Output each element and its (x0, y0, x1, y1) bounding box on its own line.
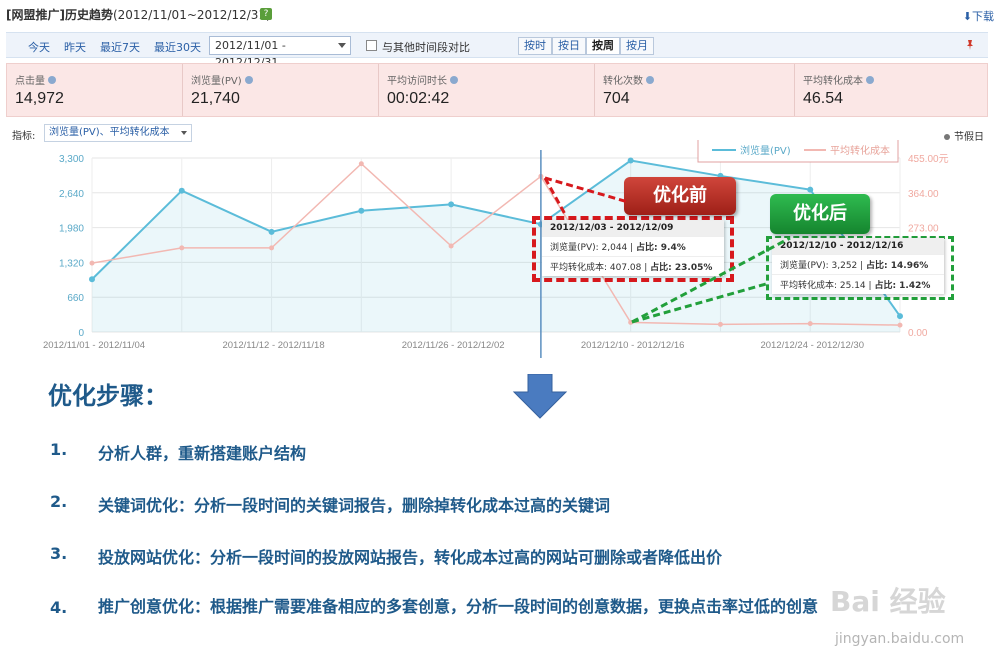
after-connector (631, 282, 767, 324)
step-number: 2. (50, 492, 68, 511)
step-number: 4. (50, 598, 68, 617)
step-text: 关键词优化：分析一段时间的关键词报告，删除掉转化成本过高的关键词 (98, 496, 611, 515)
step-number: 3. (50, 544, 68, 563)
callout-connectors (543, 176, 791, 324)
step-text: 分析人群，重新搭建账户结构 (98, 444, 307, 463)
watermark-url: jingyan.baidu.com (835, 631, 965, 647)
watermark-logo: Bai 经验 (830, 585, 946, 618)
step-number: 1. (50, 440, 68, 459)
step-text: 投放网站优化：分析一段时间的投放网站报告，转化成本过高的网站可删除或者降低出价 (98, 548, 723, 567)
step-text: 推广创意优化：根据推广需要准备相应的多套创意，分析一段时间的创意数据，更换点击率… (98, 597, 819, 616)
before-connector (543, 177, 568, 217)
after-connector (631, 236, 791, 324)
arrow-down-icon (512, 374, 568, 419)
steps-title: 优化步骤： (48, 382, 168, 410)
